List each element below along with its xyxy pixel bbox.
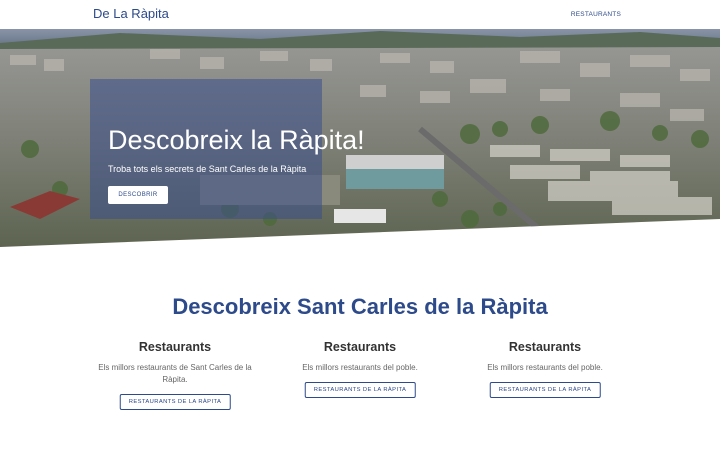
nav-link-restaurants[interactable]: RESTAURANTS bbox=[571, 11, 621, 18]
card-restaurants-2: Restaurants Els millors restaurants del … bbox=[280, 340, 440, 398]
brand-logo-link[interactable]: De La Ràpita bbox=[93, 6, 169, 21]
restaurants-button[interactable]: RESTAURANTS DE LA RÀPITA bbox=[119, 394, 231, 410]
card-restaurants-1: Restaurants Els millors restaurants de S… bbox=[95, 340, 255, 410]
hero-subtitle: Troba tots els secrets de Sant Carles de… bbox=[108, 164, 307, 174]
card-restaurants-3: Restaurants Els millors restaurants del … bbox=[465, 340, 625, 398]
navbar: De La Ràpita RESTAURANTS bbox=[0, 0, 720, 29]
card-heading: Restaurants bbox=[138, 340, 212, 354]
card-text: Els millors restaurants del poble. bbox=[302, 363, 418, 372]
section-title: Descobreix Sant Carles de la Ràpita bbox=[172, 294, 548, 319]
hero-title: Descobreix la Ràpita! bbox=[108, 125, 365, 155]
hero-section: Descobreix la Ràpita! Troba tots els sec… bbox=[0, 29, 720, 247]
card-heading: Restaurants bbox=[508, 340, 582, 354]
discover-button[interactable]: DESCOBRIR bbox=[108, 186, 168, 204]
card-text: Els millors restaurants del poble. bbox=[487, 363, 603, 372]
restaurants-button[interactable]: RESTAURANTS DE LA RÀPITA bbox=[304, 382, 416, 398]
card-text: Els millors restaurants de Sant Carles d… bbox=[98, 363, 252, 384]
restaurants-button[interactable]: RESTAURANTS DE LA RÀPITA bbox=[489, 382, 601, 398]
card-heading: Restaurants bbox=[323, 340, 397, 354]
